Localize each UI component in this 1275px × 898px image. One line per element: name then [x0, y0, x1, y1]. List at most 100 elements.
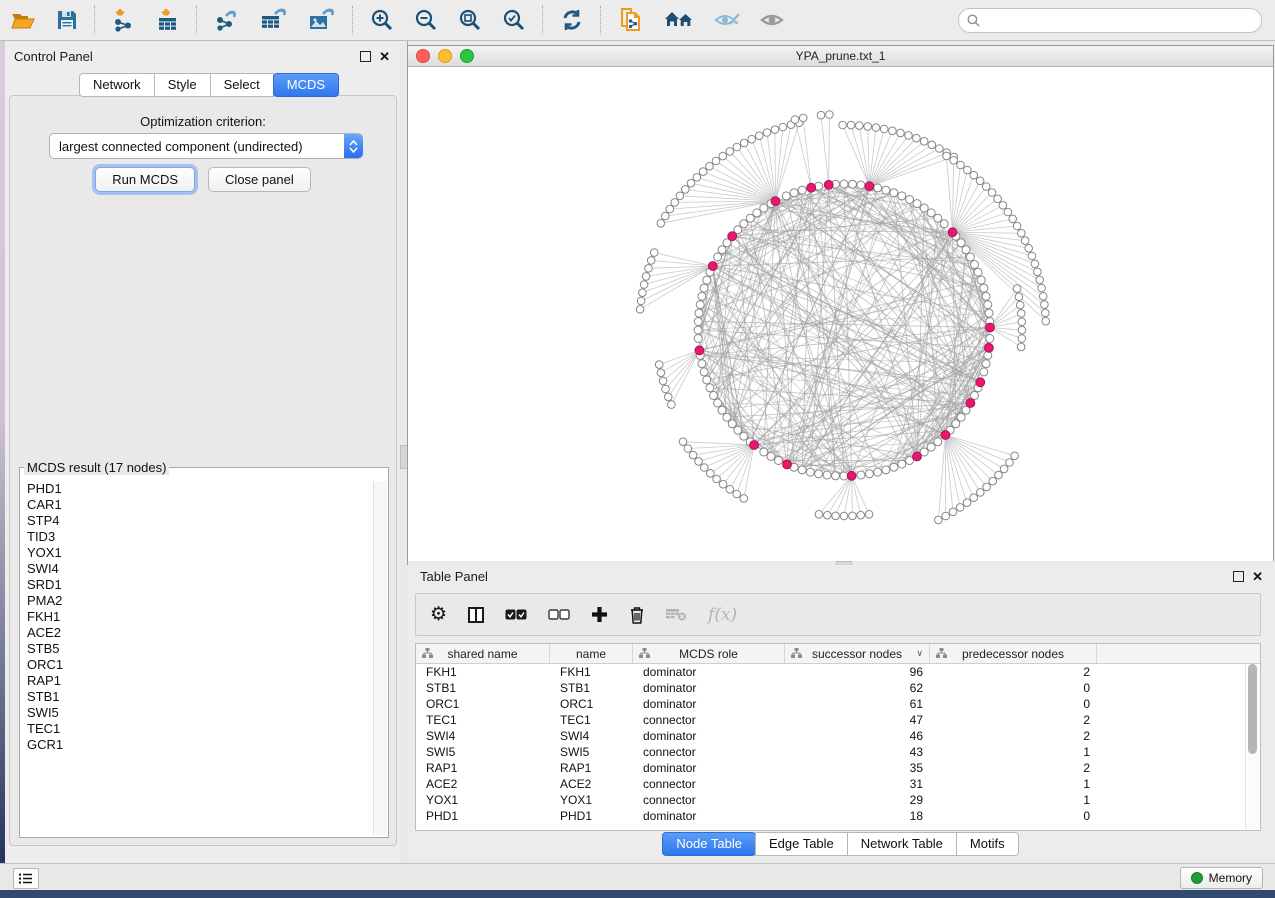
- network-node[interactable]: [668, 401, 676, 409]
- network-node[interactable]: [760, 204, 768, 212]
- network-node[interactable]: [934, 438, 942, 446]
- network-node[interactable]: [898, 460, 906, 468]
- network-node[interactable]: [913, 200, 921, 208]
- table-row[interactable]: SWI5SWI5connector431: [416, 744, 1260, 760]
- network-node[interactable]: [847, 121, 855, 129]
- network-node[interactable]: [734, 426, 742, 434]
- network-node[interactable]: [890, 189, 898, 197]
- network-node[interactable]: [1036, 276, 1044, 284]
- network-node[interactable]: [733, 490, 741, 498]
- network-node[interactable]: [966, 253, 974, 261]
- network-node[interactable]: [740, 220, 748, 228]
- network-node[interactable]: [920, 138, 928, 146]
- mcds-result-item[interactable]: RAP1: [21, 673, 374, 689]
- table-row[interactable]: STB1STB1dominator620: [416, 680, 1260, 696]
- network-node[interactable]: [950, 157, 958, 165]
- network-node[interactable]: [1000, 465, 1008, 473]
- network-hub-node[interactable]: [913, 452, 922, 461]
- network-node[interactable]: [989, 477, 997, 485]
- network-node[interactable]: [706, 384, 714, 392]
- network-hub-node[interactable]: [708, 262, 717, 271]
- network-node[interactable]: [1006, 459, 1014, 467]
- network-node[interactable]: [882, 466, 890, 474]
- mcds-result-list[interactable]: PHD1CAR1STP4TID3YOX1SWI4SRD1PMA2FKH1ACE2…: [21, 481, 374, 835]
- add-row-button[interactable]: [591, 606, 608, 623]
- function-builder-button[interactable]: f(x): [708, 605, 737, 625]
- network-node[interactable]: [874, 184, 882, 192]
- export-image-button[interactable]: [298, 4, 346, 36]
- network-node[interactable]: [703, 376, 711, 384]
- network-canvas[interactable]: [408, 67, 1273, 561]
- network-node[interactable]: [1041, 301, 1049, 309]
- network-node[interactable]: [849, 180, 857, 188]
- network-node[interactable]: [957, 239, 965, 247]
- network-node[interactable]: [986, 335, 994, 343]
- close-panel-icon[interactable]: ✕: [379, 52, 390, 61]
- network-hub-node[interactable]: [847, 471, 856, 480]
- network-node[interactable]: [712, 157, 720, 165]
- network-node[interactable]: [977, 276, 985, 284]
- network-node[interactable]: [970, 494, 978, 502]
- network-node[interactable]: [699, 168, 707, 176]
- network-node[interactable]: [706, 162, 714, 170]
- delete-table-button[interactable]: [666, 608, 687, 621]
- hide-selected-button[interactable]: [704, 4, 750, 36]
- mcds-result-item[interactable]: FKH1: [21, 609, 374, 625]
- network-node[interactable]: [964, 166, 972, 174]
- network-node[interactable]: [647, 257, 655, 265]
- network-node[interactable]: [684, 445, 692, 453]
- mcds-result-item[interactable]: STP4: [21, 513, 374, 529]
- network-node[interactable]: [662, 385, 670, 393]
- tab-select[interactable]: Select: [210, 73, 274, 97]
- network-titlebar[interactable]: YPA_prune.txt_1: [408, 46, 1273, 67]
- network-node[interactable]: [840, 180, 848, 188]
- network-node[interactable]: [857, 181, 865, 189]
- close-panel-icon[interactable]: ✕: [1252, 572, 1263, 581]
- export-table-button[interactable]: [250, 4, 298, 36]
- network-node[interactable]: [988, 189, 996, 197]
- network-node[interactable]: [890, 463, 898, 471]
- network-node[interactable]: [700, 284, 708, 292]
- mcds-result-item[interactable]: STB5: [21, 641, 374, 657]
- save-session-button[interactable]: [46, 4, 88, 36]
- network-node[interactable]: [806, 468, 814, 476]
- table-row[interactable]: RAP1RAP1dominator352: [416, 760, 1260, 776]
- deselect-all-button[interactable]: [548, 609, 570, 620]
- network-node[interactable]: [1017, 310, 1025, 318]
- network-node[interactable]: [872, 124, 880, 132]
- network-node[interactable]: [779, 123, 787, 131]
- network-node[interactable]: [976, 177, 984, 185]
- network-node[interactable]: [799, 114, 807, 122]
- network-node[interactable]: [728, 420, 736, 428]
- network-node[interactable]: [974, 268, 982, 276]
- show-all-button[interactable]: [750, 4, 794, 36]
- network-node[interactable]: [984, 351, 992, 359]
- network-node[interactable]: [999, 202, 1007, 210]
- network-node[interactable]: [694, 335, 702, 343]
- network-node[interactable]: [1016, 301, 1024, 309]
- network-node[interactable]: [839, 121, 847, 129]
- mcds-result-scrollbar[interactable]: [373, 481, 387, 835]
- network-node[interactable]: [840, 512, 848, 520]
- export-network-button[interactable]: [204, 4, 250, 36]
- optimization-criterion-select[interactable]: largest connected component (undirected): [49, 133, 363, 159]
- network-node[interactable]: [940, 220, 948, 228]
- network-hub-node[interactable]: [976, 378, 985, 387]
- import-table-button[interactable]: [146, 4, 190, 36]
- network-node[interactable]: [815, 511, 823, 519]
- mcds-result-item[interactable]: PMA2: [21, 593, 374, 609]
- network-node[interactable]: [791, 116, 799, 124]
- table-row[interactable]: ACE2ACE2connector311: [416, 776, 1260, 792]
- column-header-shared-name[interactable]: shared name: [416, 644, 550, 663]
- table-row[interactable]: YOX1YOX1connector291: [416, 792, 1260, 808]
- network-node[interactable]: [977, 489, 985, 497]
- network-node[interactable]: [637, 297, 645, 305]
- network-node[interactable]: [864, 123, 872, 131]
- network-node[interactable]: [1011, 452, 1019, 460]
- network-node[interactable]: [934, 214, 942, 222]
- network-node[interactable]: [1009, 215, 1017, 223]
- mcds-result-item[interactable]: ACE2: [21, 625, 374, 641]
- column-header-predecessor-nodes[interactable]: predecessor nodes: [930, 644, 1097, 663]
- tab-style[interactable]: Style: [154, 73, 211, 97]
- network-node[interactable]: [756, 132, 764, 140]
